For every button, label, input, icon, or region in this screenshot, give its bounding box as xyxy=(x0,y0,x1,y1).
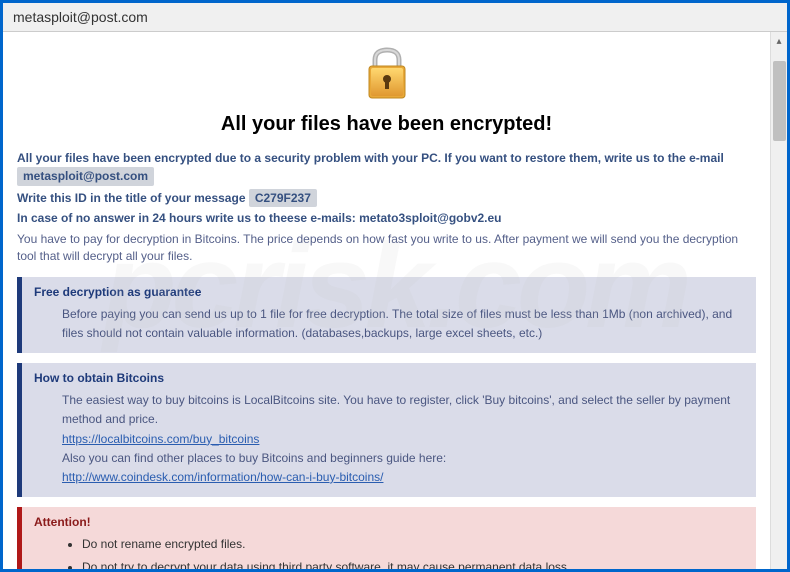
guarantee-body: Before paying you can send us up to 1 fi… xyxy=(34,305,744,343)
attention-panel: Attention! Do not rename encrypted files… xyxy=(17,507,756,569)
payment-line: You have to pay for decryption in Bitcoi… xyxy=(17,231,756,265)
obtain-line-1: The easiest way to buy bitcoins is Local… xyxy=(62,391,744,429)
ransom-window: metasploit@post.com pcrisk.com xyxy=(0,0,790,572)
contact-email-1: metasploit@post.com xyxy=(17,167,154,186)
obtain-body: The easiest way to buy bitcoins is Local… xyxy=(34,391,744,487)
attention-list: Do not rename encrypted files. Do not tr… xyxy=(62,535,744,569)
guarantee-panel: Free decryption as guarantee Before payi… xyxy=(17,277,756,353)
window-title: metasploit@post.com xyxy=(13,9,148,25)
guarantee-title: Free decryption as guarantee xyxy=(34,285,744,299)
obtain-line-2: Also you can find other places to buy Bi… xyxy=(62,449,744,468)
vertical-scrollbar[interactable]: ▴ xyxy=(770,32,787,569)
victim-id: C279F237 xyxy=(249,189,317,208)
scroll-thumb[interactable] xyxy=(773,61,786,141)
window-titlebar: metasploit@post.com xyxy=(3,3,787,32)
page-title: All your files have been encrypted! xyxy=(17,113,756,136)
intro-line-2: Write this ID in the title of your messa… xyxy=(17,189,756,208)
scroll-up-icon[interactable]: ▴ xyxy=(776,36,781,47)
attention-body: Do not rename encrypted files. Do not tr… xyxy=(34,535,744,569)
coindesk-link[interactable]: http://www.coindesk.com/information/how-… xyxy=(62,470,383,484)
intro-line-1: All your files have been encrypted due t… xyxy=(17,150,756,186)
list-item: Do not rename encrypted files. xyxy=(82,535,744,554)
intro-line-3: In case of no answer in 24 hours write u… xyxy=(17,210,756,227)
content-wrapper: pcrisk.com xyxy=(3,32,787,569)
lock-container xyxy=(17,46,756,105)
attention-title: Attention! xyxy=(34,515,744,529)
contact-email-2: metato3sploit@gobv2.eu xyxy=(359,211,501,225)
obtain-panel: How to obtain Bitcoins The easiest way t… xyxy=(17,363,756,497)
obtain-title: How to obtain Bitcoins xyxy=(34,371,744,385)
content-area: pcrisk.com xyxy=(3,32,770,569)
list-item: Do not try to decrypt your data using th… xyxy=(82,558,744,569)
lock-icon xyxy=(362,46,412,105)
localbitcoins-link[interactable]: https://localbitcoins.com/buy_bitcoins xyxy=(62,432,259,446)
